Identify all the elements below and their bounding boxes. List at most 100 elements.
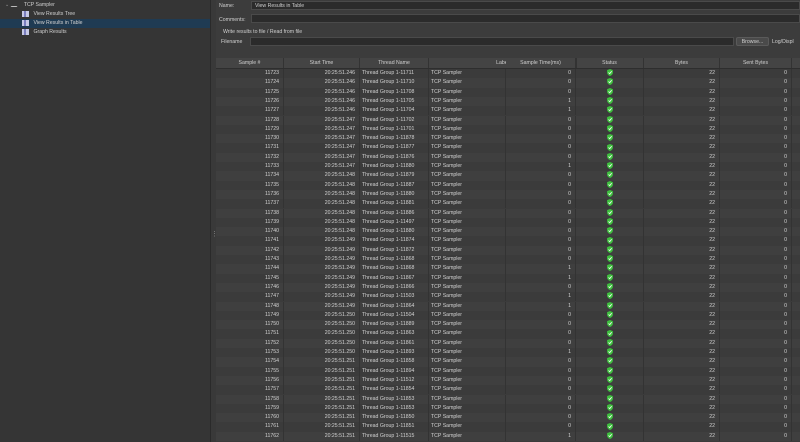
- table-row[interactable]: 11762 20:25:51.251 Thread Group 1-11515 TCP…: [216, 431, 800, 441]
- success-shield-icon: [606, 376, 613, 384]
- success-shield-icon: [606, 199, 613, 207]
- cell-sample-number: 11726: [216, 96, 284, 107]
- table-row[interactable]: 11738 20:25:51.248 Thread Group 1-11886 TCP…: [216, 208, 800, 218]
- table-row[interactable]: 11743 20:25:51.249 Thread Group 1-11868 TCP…: [216, 255, 800, 265]
- table-row[interactable]: 11736 20:25:51.248 Thread Group 1-11880 TCP…: [216, 189, 800, 200]
- comments-label: Comments:: [219, 17, 246, 23]
- cell-label: TCP Sampler: [429, 282, 506, 293]
- cell-start-time: 20:25:51.249: [284, 301, 360, 311]
- cell-status: [576, 282, 644, 293]
- cell-status: [576, 106, 644, 116]
- table-row[interactable]: 11732 20:25:51.247 Thread Group 1-11876 TCP…: [216, 152, 800, 162]
- cell-sample-time: 0: [506, 115, 576, 125]
- table-row[interactable]: 11729 20:25:51.247 Thread Group 1-11701 TCP…: [216, 124, 800, 135]
- cell-start-time: 20:25:51.249: [284, 255, 360, 265]
- table-row[interactable]: 11757 20:25:51.251 Thread Group 1-11854 TCP…: [216, 385, 800, 395]
- table-row[interactable]: 11746 20:25:51.249 Thread Group 1-11866 TCP…: [216, 282, 800, 293]
- table-row[interactable]: 11751 20:25:51.250 Thread Group 1-11863 TCP…: [216, 329, 800, 339]
- column-header-start-time[interactable]: Start Time: [284, 58, 360, 68]
- table-row[interactable]: 11731 20:25:51.247 Thread Group 1-11877 TCP…: [216, 143, 800, 153]
- cell-thread-name: Thread Group 1-11702: [360, 115, 429, 125]
- table-row[interactable]: 11761 20:25:51.251 Thread Group 1-11851 TCP…: [216, 422, 800, 432]
- cell-start-time: 20:25:51.247: [284, 162, 360, 172]
- cell-sample-time: 0: [506, 394, 576, 404]
- cell-sent-bytes: 0: [720, 375, 792, 386]
- table-row[interactable]: 11734 20:25:51.248 Thread Group 1-11879 TCP…: [216, 171, 800, 181]
- cell-label: TCP Sampler: [429, 227, 506, 237]
- table-row[interactable]: 11747 20:25:51.249 Thread Group 1-11503 TCP…: [216, 292, 800, 302]
- cell-thread-name: Thread Group 1-11858: [360, 357, 429, 367]
- name-field[interactable]: View Results in Table: [251, 1, 800, 10]
- success-shield-icon: [606, 394, 613, 402]
- table-row[interactable]: 11742 20:25:51.249 Thread Group 1-11872 TCP…: [216, 245, 800, 255]
- cell-start-time: 20:25:51.247: [284, 124, 360, 135]
- cell-sent-bytes: 0: [720, 236, 792, 246]
- cell-thread-name: Thread Group 1-11893: [360, 348, 429, 358]
- table-row[interactable]: 11756 20:25:51.251 Thread Group 1-11512 TCP…: [216, 375, 800, 386]
- column-header-bytes[interactable]: Bytes: [644, 58, 720, 68]
- cell-sent-bytes: 0: [720, 162, 792, 172]
- table-row[interactable]: 11745 20:25:51.249 Thread Group 1-11867 TCP…: [216, 273, 800, 283]
- cell-thread-name: Thread Group 1-11894: [360, 366, 429, 376]
- cell-status: [576, 236, 644, 246]
- cell-thread-name: Thread Group 1-11864: [360, 301, 429, 311]
- filename-field[interactable]: [250, 37, 734, 46]
- table-row[interactable]: 11752 20:25:51.250 Thread Group 1-11861 TCP…: [216, 338, 800, 348]
- success-shield-icon: [606, 190, 613, 198]
- tree-item-tcp-sampler[interactable]: ⌄ TCP Sampler: [5, 1, 210, 10]
- table-row[interactable]: 11748 20:25:51.249 Thread Group 1-11864 TCP…: [216, 301, 800, 311]
- table-row[interactable]: 11741 20:25:51.249 Thread Group 1-11874 TCP…: [216, 236, 800, 246]
- table-row[interactable]: 11744 20:25:51.249 Thread Group 1-11868 TCP…: [216, 264, 800, 274]
- table-row[interactable]: 11758 20:25:51.251 Thread Group 1-11853 TCP…: [216, 394, 800, 404]
- table-row[interactable]: 11725 20:25:51.246 Thread Group 1-11708 TCP…: [216, 87, 800, 97]
- table-row[interactable]: 11726 20:25:51.246 Thread Group 1-11705 TCP…: [216, 96, 800, 107]
- table-row[interactable]: 11755 20:25:51.251 Thread Group 1-11894 TCP…: [216, 366, 800, 376]
- success-shield-icon: [606, 310, 613, 318]
- table-row[interactable]: 11749 20:25:51.250 Thread Group 1-11504 TCP…: [216, 310, 800, 321]
- table-row[interactable]: 11724 20:25:51.246 Thread Group 1-11710 TCP…: [216, 78, 800, 88]
- cell-bytes: 22: [644, 375, 720, 386]
- column-header-status[interactable]: Status: [576, 58, 644, 68]
- cell-status: [576, 180, 644, 190]
- column-header-thread-name[interactable]: Thread Name: [360, 58, 429, 68]
- success-shield-icon: [606, 255, 613, 263]
- cell-thread-name: Thread Group 1-11853: [360, 394, 429, 404]
- cell-sample-time: 0: [506, 134, 576, 144]
- table-row[interactable]: 11754 20:25:51.251 Thread Group 1-11858 TCP…: [216, 357, 800, 367]
- tree-item-view-results-in-table[interactable]: View Results in Table: [0, 19, 210, 28]
- cell-thread-name: Thread Group 1-11504: [360, 310, 429, 321]
- table-row[interactable]: 11760 20:25:51.251 Thread Group 1-11850 TCP…: [216, 413, 800, 423]
- table-row[interactable]: 11733 20:25:51.247 Thread Group 1-11880 TCP…: [216, 162, 800, 172]
- success-shield-icon: [606, 227, 613, 235]
- comments-field[interactable]: [251, 14, 800, 23]
- tree-item-view-results-tree[interactable]: View Results Tree: [22, 10, 210, 19]
- table-row[interactable]: 11723 20:25:51.246 Thread Group 1-11711 TCP…: [216, 69, 800, 79]
- table-row[interactable]: 11740 20:25:51.248 Thread Group 1-11880 TCP…: [216, 227, 800, 237]
- cell-sample-number: 11735: [216, 180, 284, 190]
- success-shield-icon: [606, 97, 613, 105]
- table-row[interactable]: 11728 20:25:51.247 Thread Group 1-11702 TCP…: [216, 115, 800, 125]
- table-row[interactable]: 11750 20:25:51.250 Thread Group 1-11889 TCP…: [216, 320, 800, 330]
- name-label: Name:: [219, 3, 235, 9]
- table-row[interactable]: 11759 20:25:51.251 Thread Group 1-11853 TCP…: [216, 403, 800, 414]
- browse-button[interactable]: Browse...: [736, 37, 769, 46]
- cell-thread-name: Thread Group 1-11853: [360, 403, 429, 414]
- column-header-sent-bytes[interactable]: Sent Bytes: [720, 58, 792, 68]
- cell-thread-name: Thread Group 1-11880: [360, 227, 429, 237]
- table-row[interactable]: 11739 20:25:51.248 Thread Group 1-11497 TCP…: [216, 217, 800, 228]
- cell-sample-number: 11757: [216, 385, 284, 395]
- column-header-sample-time[interactable]: Sample Time(ms): [506, 58, 576, 68]
- cell-thread-name: Thread Group 1-11515: [360, 431, 429, 441]
- table-row[interactable]: 11727 20:25:51.246 Thread Group 1-11704 TCP…: [216, 106, 800, 116]
- tree-item-graph-results[interactable]: Graph Results: [22, 28, 210, 37]
- cell-label: TCP Sampler: [429, 301, 506, 311]
- table-row[interactable]: 11737 20:25:51.248 Thread Group 1-11881 TCP…: [216, 199, 800, 209]
- table-row[interactable]: 11730 20:25:51.247 Thread Group 1-11878 TCP…: [216, 134, 800, 144]
- success-shield-icon: [606, 69, 613, 77]
- cell-label: TCP Sampler: [429, 413, 506, 423]
- table-row[interactable]: 11753 20:25:51.250 Thread Group 1-11893 TCP…: [216, 348, 800, 358]
- cell-sent-bytes: 0: [720, 78, 792, 88]
- table-row[interactable]: 11735 20:25:51.248 Thread Group 1-11887 TCP…: [216, 180, 800, 190]
- cell-thread-name: Thread Group 1-11851: [360, 422, 429, 432]
- column-header-sample[interactable]: Sample #: [216, 58, 284, 68]
